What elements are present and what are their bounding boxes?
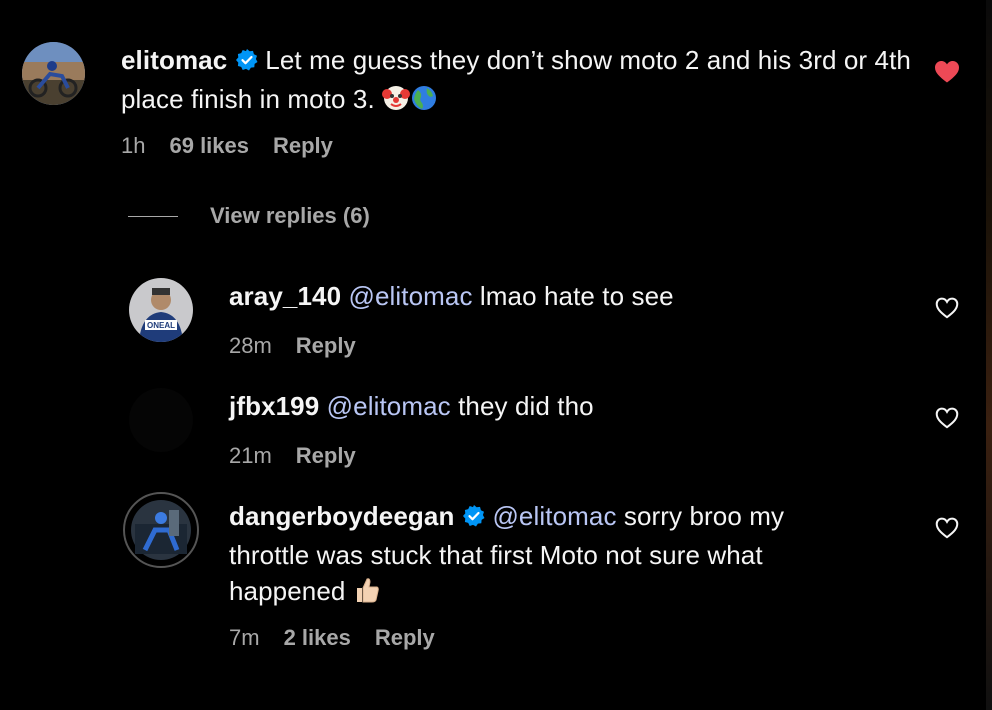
timestamp: 21m: [229, 443, 272, 468]
clown-face-emoji: [382, 84, 411, 121]
timestamp: 28m: [229, 333, 272, 358]
mention-link[interactable]: @elitomac: [348, 281, 472, 311]
reply-meta: 7m 2 likes Reply: [229, 623, 435, 653]
view-replies-label: View replies (6): [210, 203, 370, 228]
avatar[interactable]: [123, 492, 199, 568]
comment-meta: 1h 69 likes Reply: [121, 131, 333, 161]
verified-badge-icon: [462, 501, 486, 537]
reply-body: lmao hate to see: [479, 281, 674, 311]
likes-count[interactable]: 69 likes: [169, 133, 249, 159]
reply-button[interactable]: Reply: [296, 333, 356, 359]
reply-body: they did tho: [458, 391, 594, 421]
reply-meta: 21m Reply: [229, 441, 356, 471]
verified-badge-icon: [235, 45, 259, 81]
reply-body-line1: sorry broo my: [623, 501, 785, 531]
heart-outline-icon[interactable]: [935, 517, 959, 544]
heart-filled-icon[interactable]: [934, 60, 960, 89]
avatar[interactable]: [22, 42, 85, 105]
avatar[interactable]: ONEAL: [129, 278, 193, 342]
username[interactable]: dangerboydeegan: [229, 501, 454, 531]
comment-text: elitomac Let me guess they don’t show mot…: [121, 42, 911, 121]
username[interactable]: jfbx199: [229, 391, 319, 421]
thumbs-up-emoji: [353, 576, 381, 613]
heart-outline-icon[interactable]: [935, 297, 959, 324]
likes-count[interactable]: 2 likes: [284, 625, 351, 651]
reply-button[interactable]: Reply: [273, 133, 333, 159]
reply-meta: 28m Reply: [229, 331, 356, 361]
timestamp: 7m: [229, 625, 260, 650]
view-replies-button[interactable]: View replies (6): [128, 200, 370, 232]
avatar[interactable]: [129, 388, 193, 452]
reply-button[interactable]: Reply: [296, 443, 356, 469]
svg-text:ONEAL: ONEAL: [147, 321, 175, 330]
reply-text: jfbx199 @elitomac they did tho: [229, 388, 909, 424]
username[interactable]: elitomac: [121, 45, 227, 75]
reply-body-line3: happened: [229, 576, 346, 606]
background-edge: [986, 0, 992, 710]
mention-link[interactable]: @elitomac: [492, 501, 616, 531]
reply-button[interactable]: Reply: [375, 625, 435, 651]
reply-text: aray_140 @elitomac lmao hate to see: [229, 278, 909, 314]
username[interactable]: aray_140: [229, 281, 341, 311]
timestamp: 1h: [121, 133, 146, 158]
reply-body-line2: throttle was stuck that first Moto not s…: [229, 540, 763, 570]
reply-text: dangerboydeegan @elitomac sorry broo my t…: [229, 498, 909, 613]
heart-outline-icon[interactable]: [935, 407, 959, 434]
mention-link[interactable]: @elitomac: [327, 391, 451, 421]
view-replies-divider: [128, 215, 178, 217]
globe-emoji: [410, 84, 438, 121]
